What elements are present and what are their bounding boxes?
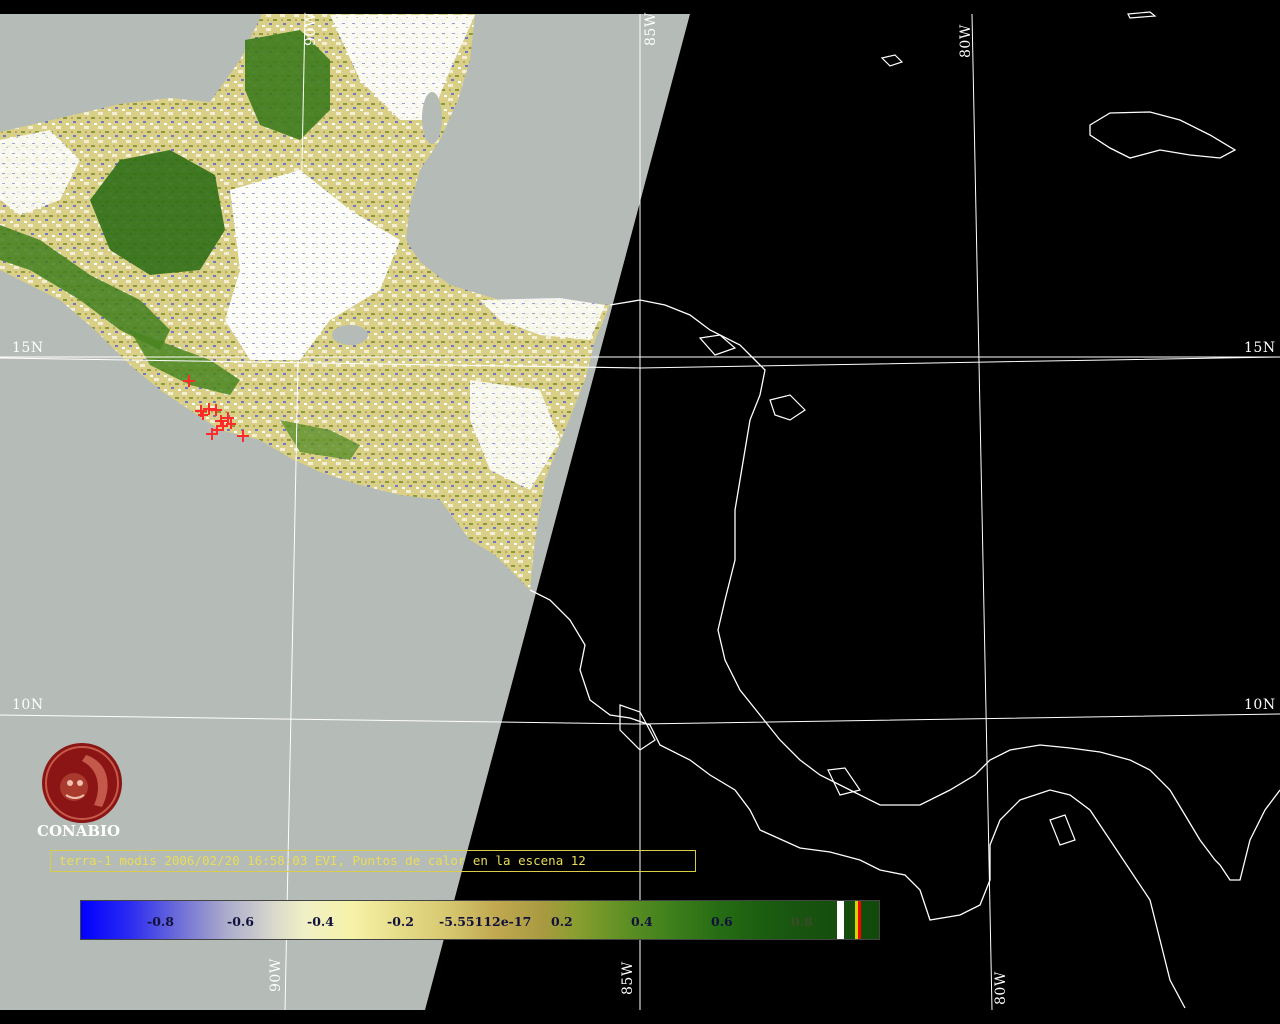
lon-label-85w-bottom: 85W [620,961,636,995]
colorbar-tick: 0.2 [551,914,573,929]
lat-label-10n-left: 10N [12,697,44,713]
colorbar-cloud-swatch [837,901,844,939]
lon-label-85w-top: 85W [643,12,659,46]
lon-label-90w-bottom: 90W [268,958,284,992]
scene-caption: terra-1 modis 2006/02/20 16:58:03 EVI, P… [50,850,696,872]
colorbar-hotspot-swatch [858,901,861,939]
lat-label-10n-right: 10N [1244,697,1276,713]
lon-label-90w-top: 90W [303,12,319,46]
colorbar-tick: -0.6 [227,914,254,929]
lake [332,325,368,345]
colorbar-tick: -0.8 [147,914,174,929]
colorbar-tick: 0.6 [711,914,733,929]
colorbar-tick: 0.8 [791,914,813,929]
lat-label-15n-right: 15N [1244,340,1276,356]
evi-colorbar: -0.8 -0.6 -0.4 -0.2 -5.55112e-17 0.2 0.4… [80,900,880,940]
logo-wordmark: CONABIO [37,822,121,840]
colorbar-tick: -0.4 [307,914,334,929]
colorbar-tick: -5.55112e-17 [439,914,532,929]
lon-label-80w-top: 80W [958,24,974,58]
satellite-map: 15N 15N 10N 10N 90W 85W 80W 90W 85W 80W … [0,0,1280,1024]
colorbar-tick: -0.2 [387,914,414,929]
lat-label-15n-left: 15N [12,340,44,356]
lake [422,92,442,144]
colorbar-tick: 0.4 [631,914,653,929]
lon-label-80w-bottom: 80W [993,971,1009,1005]
